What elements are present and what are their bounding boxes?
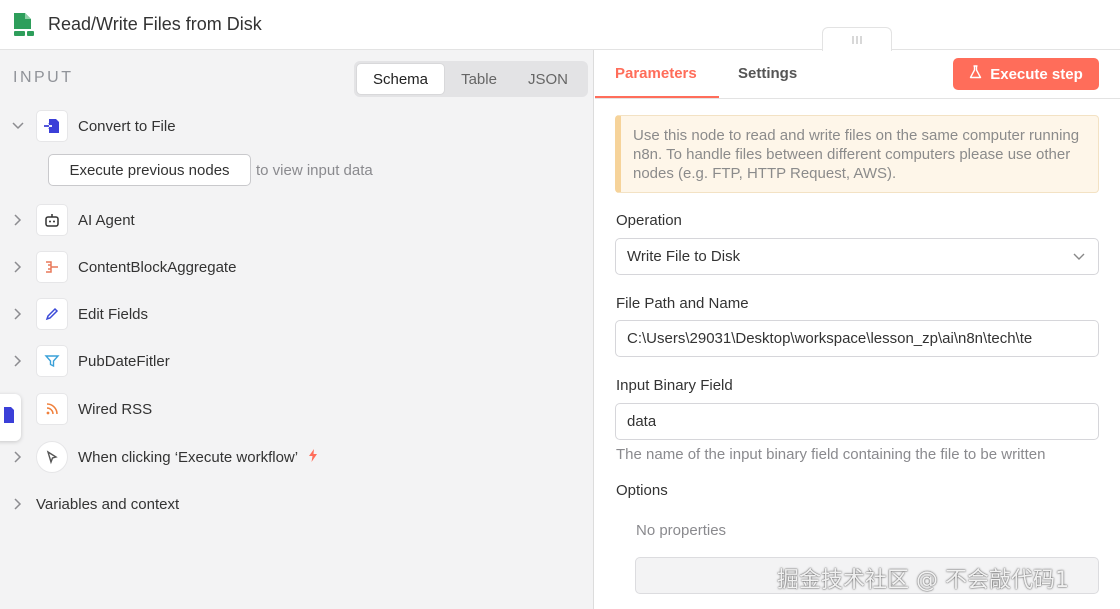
view-json[interactable]: JSON: [513, 63, 583, 95]
view-schema[interactable]: Schema: [356, 63, 445, 95]
tree-node-content-block-aggregate[interactable]: ContentBlockAggregate: [0, 247, 236, 287]
tab-settings[interactable]: Settings: [738, 65, 797, 82]
view-table[interactable]: Table: [445, 63, 513, 95]
file-path-label: File Path and Name: [616, 295, 749, 312]
execute-step-button[interactable]: Execute step: [953, 58, 1099, 90]
operation-value: Write File to Disk: [627, 248, 741, 265]
cursor-icon: [36, 441, 68, 473]
node-label: AI Agent: [78, 211, 135, 229]
file-disk-icon: [12, 12, 36, 38]
tree-node-pub-date-filter[interactable]: PubDateFitler: [0, 341, 170, 381]
lightning-icon: [308, 449, 318, 465]
node-label: When clicking ‘Execute workflow’: [78, 448, 299, 466]
variables-label: Variables and context: [36, 495, 180, 513]
robot-icon: [36, 204, 68, 236]
input-label: INPUT: [13, 69, 74, 86]
tree-node-ai-agent[interactable]: AI Agent: [0, 200, 135, 240]
node-label: Edit Fields: [78, 305, 149, 323]
binary-field-value: data: [627, 413, 657, 430]
tab-parameters[interactable]: Parameters: [615, 65, 697, 82]
node-label: ContentBlockAggregate: [78, 258, 237, 276]
chevron-right-icon[interactable]: [0, 451, 36, 463]
node-label: Convert to File: [78, 117, 176, 135]
panel-drag-handle[interactable]: [822, 27, 892, 51]
node-label: PubDateFitler: [78, 352, 170, 370]
tree-node-manual-trigger[interactable]: When clicking ‘Execute workflow’: [0, 437, 318, 477]
node-title: Read/Write Files from Disk: [48, 14, 262, 34]
chevron-right-icon[interactable]: [0, 498, 36, 510]
file-icon: [0, 405, 14, 430]
execute-step-label: Execute step: [990, 65, 1083, 83]
options-label: Options: [616, 482, 668, 499]
flask-icon: [969, 65, 982, 83]
filter-icon: [36, 345, 68, 377]
binary-field-hint: The name of the input binary field conta…: [616, 446, 1046, 463]
binary-field-label: Input Binary Field: [616, 377, 733, 394]
side-node-tab[interactable]: [0, 394, 21, 441]
tree-variables-and-context[interactable]: Variables and context: [0, 484, 179, 524]
operation-select[interactable]: Write File to Disk: [615, 238, 1099, 275]
view-toggle: Schema Table JSON: [354, 61, 588, 97]
view-input-hint: to view input data: [256, 162, 373, 179]
aggregate-icon: [36, 251, 68, 283]
convert-file-icon: [36, 110, 68, 142]
tree-node-edit-fields[interactable]: Edit Fields: [0, 294, 148, 334]
binary-field-input[interactable]: data: [615, 403, 1099, 440]
active-tab-underline: [595, 96, 719, 98]
chevron-right-icon[interactable]: [0, 308, 36, 320]
pencil-icon: [36, 298, 68, 330]
node-label: Wired RSS: [78, 400, 153, 418]
info-notice: Use this node to read and write files on…: [615, 115, 1099, 193]
file-path-input[interactable]: C:\Users\29031\Desktop\workspace\lesson_…: [615, 320, 1099, 357]
parameters-panel: Parameters Settings Execute step Use thi…: [595, 50, 1120, 609]
execute-previous-nodes-button[interactable]: Execute previous nodes: [48, 154, 251, 186]
rss-icon: [36, 393, 68, 425]
chevron-down-icon: [1072, 249, 1086, 267]
node-header: Read/Write Files from Disk: [0, 0, 1120, 50]
tree-node-wired-rss[interactable]: Wired RSS: [0, 389, 152, 429]
tree-node-convert-to-file[interactable]: Convert to File: [0, 106, 176, 146]
chevron-right-icon[interactable]: [0, 355, 36, 367]
chevron-right-icon[interactable]: [0, 261, 36, 273]
watermark: 掘金技术社区 @ 不会敲代码1: [777, 568, 1069, 593]
chevron-right-icon[interactable]: [0, 214, 36, 226]
file-path-value: C:\Users\29031\Desktop\workspace\lesson_…: [627, 330, 1033, 347]
input-panel: INPUT Schema Table JSON Convert to File …: [0, 50, 594, 609]
chevron-down-icon[interactable]: [0, 122, 36, 130]
operation-label: Operation: [616, 212, 682, 229]
no-properties-text: No properties: [636, 522, 727, 539]
panel-tabs: Parameters Settings Execute step: [595, 50, 1120, 99]
